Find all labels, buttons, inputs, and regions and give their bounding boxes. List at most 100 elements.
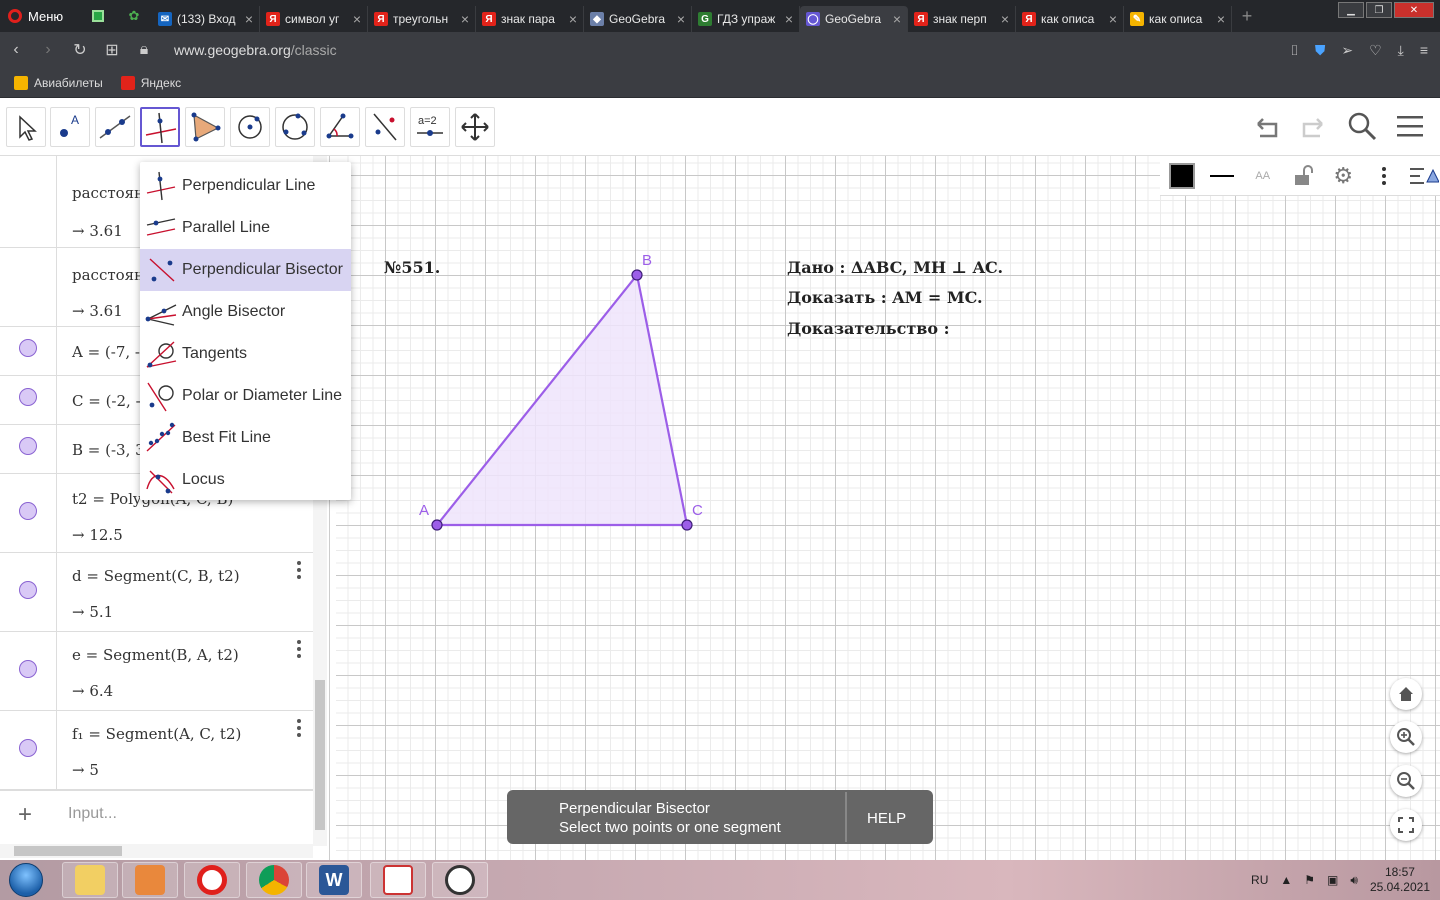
algebra-row-marker[interactable]	[0, 248, 57, 326]
angle-tool[interactable]	[320, 107, 360, 147]
algebra-definition[interactable]: d = Segment(C, B, t2)	[72, 567, 240, 585]
home-button[interactable]	[1390, 678, 1422, 710]
row-options-icon[interactable]	[297, 640, 301, 661]
visibility-toggle[interactable]	[19, 739, 37, 757]
plus-icon[interactable]: +	[18, 801, 32, 829]
browser-tab[interactable]: Ясимвол уг ×	[260, 6, 368, 32]
fullscreen-button[interactable]	[1390, 809, 1422, 841]
download-icon[interactable]: ⤓	[1398, 42, 1404, 59]
algebra-definition[interactable]: B = (-3, 3)	[72, 441, 151, 459]
taskbar-media-player[interactable]	[122, 862, 178, 898]
algebra-definition[interactable]: e = Segment(B, A, t2)	[72, 646, 239, 664]
scrollbar-thumb[interactable]	[315, 680, 325, 830]
algebra-horizontal-scrollbar[interactable]	[0, 844, 313, 858]
algebra-row-marker[interactable]	[0, 711, 57, 789]
url-field[interactable]: www.geogebra.org/classic	[174, 42, 337, 58]
browser-tab[interactable]: Язнак пара ×	[476, 6, 584, 32]
reload-icon[interactable]: ↻	[64, 40, 96, 60]
row-options-icon[interactable]	[297, 719, 301, 740]
row-options-icon[interactable]	[297, 561, 301, 582]
back-icon[interactable]: ‹	[0, 41, 32, 59]
browser-tab[interactable]: G ГДЗ упраж ×	[692, 6, 800, 32]
speed-dial-icon[interactable]: ⊞	[96, 40, 128, 60]
visibility-toggle[interactable]	[19, 388, 37, 406]
text-style-button[interactable]: AA	[1247, 159, 1279, 193]
polygon-tool[interactable]	[185, 107, 225, 147]
submenu-item[interactable]: Perpendicular Bisector	[140, 249, 351, 291]
hamburger-menu-icon[interactable]	[1394, 110, 1426, 142]
pinned-tab-green[interactable]	[80, 0, 116, 32]
algebra-row[interactable]: e = Segment(B, A, t2) → 6.4	[0, 632, 313, 711]
zoom-out-button[interactable]	[1390, 765, 1422, 797]
help-button[interactable]: HELP	[867, 810, 906, 827]
start-button[interactable]	[4, 861, 48, 899]
language-indicator[interactable]: RU	[1251, 873, 1268, 887]
browser-tab[interactable]: ◆ GeoGebra ×	[584, 6, 692, 32]
shield-icon[interactable]: ⛊	[1315, 42, 1326, 59]
minimize-button[interactable]: ▁	[1338, 2, 1364, 18]
tray-expand-icon[interactable]: ▲	[1280, 873, 1292, 887]
circle-center-point-tool[interactable]	[230, 107, 270, 147]
bookmark-item[interactable]: Авиабилеты	[14, 75, 103, 90]
tab-close-icon[interactable]: ×	[1217, 11, 1225, 27]
taskbar-explorer[interactable]	[62, 862, 118, 898]
taskbar-geogebra[interactable]	[432, 862, 488, 898]
line-style-button[interactable]	[1206, 159, 1238, 193]
algebra-row-marker[interactable]	[0, 327, 57, 375]
submenu-item[interactable]: Polar or Diameter Line	[140, 375, 351, 417]
algebra-row-marker[interactable]	[0, 474, 57, 552]
move-graphics-tool[interactable]	[455, 107, 495, 147]
heart-icon[interactable]: ♡	[1369, 42, 1382, 59]
algebra-input-row[interactable]: + Input...	[0, 790, 313, 838]
algebra-definition[interactable]: f₁ = Segment(A, C, t2)	[72, 725, 241, 743]
visibility-toggle[interactable]	[19, 339, 37, 357]
tab-close-icon[interactable]: ×	[785, 11, 793, 27]
submenu-item[interactable]: Locus	[140, 459, 351, 501]
close-window-button[interactable]: ✕	[1394, 2, 1434, 18]
tab-close-icon[interactable]: ×	[353, 11, 361, 27]
perpendicular-line-tool[interactable]	[140, 107, 180, 147]
flag-icon[interactable]: ⚑	[1304, 873, 1315, 887]
circle-three-points-tool[interactable]	[275, 107, 315, 147]
algebra-row[interactable]: f₁ = Segment(A, C, t2) → 5	[0, 711, 313, 790]
taskbar-opera[interactable]	[184, 862, 240, 898]
redo-icon[interactable]	[1298, 110, 1330, 142]
taskbar-word[interactable]: W	[306, 862, 362, 898]
point-c[interactable]	[681, 519, 693, 531]
search-icon[interactable]	[1346, 110, 1378, 142]
pinned-tab-apps[interactable]: ✿	[116, 0, 152, 32]
visibility-toggle[interactable]	[19, 437, 37, 455]
tab-close-icon[interactable]: ×	[569, 11, 577, 27]
opera-menu-button[interactable]: Меню	[0, 0, 80, 32]
visibility-toggle[interactable]	[19, 581, 37, 599]
algebra-row-marker[interactable]	[0, 376, 57, 424]
algebra-row-marker[interactable]	[0, 553, 57, 631]
browser-tab[interactable]: ✉ (133) Вход ×	[152, 6, 260, 32]
submenu-item[interactable]: Tangents	[140, 333, 351, 375]
restore-button[interactable]: ❐	[1366, 2, 1392, 18]
browser-tab[interactable]: Ятреугольн ×	[368, 6, 476, 32]
visibility-toggle[interactable]	[19, 502, 37, 520]
slider-tool[interactable]: a=2	[410, 107, 450, 147]
browser-tab[interactable]: Язнак перп ×	[908, 6, 1016, 32]
visibility-toggle[interactable]	[19, 660, 37, 678]
view-menu-button[interactable]	[1408, 159, 1440, 193]
tab-close-icon[interactable]: ×	[1109, 11, 1117, 27]
tab-close-icon[interactable]: ×	[461, 11, 469, 27]
submenu-item[interactable]: Best Fit Line	[140, 417, 351, 459]
bookmark-item[interactable]: Яндекс	[120, 75, 181, 90]
taskbar-chrome[interactable]	[246, 862, 302, 898]
color-button[interactable]	[1166, 159, 1198, 193]
algebra-row-marker[interactable]	[0, 425, 57, 473]
algebra-row[interactable]: d = Segment(C, B, t2) → 5.1	[0, 553, 313, 632]
triangle-polygon[interactable]	[434, 272, 689, 527]
point-a[interactable]	[431, 519, 443, 531]
tab-close-icon[interactable]: ×	[245, 11, 253, 27]
submenu-item[interactable]: Perpendicular Line	[140, 165, 351, 207]
browser-tab[interactable]: Якак описа ×	[1016, 6, 1124, 32]
algebra-row-marker[interactable]	[0, 156, 57, 247]
send-icon[interactable]: ➢	[1341, 42, 1353, 59]
undo-icon[interactable]	[1250, 110, 1282, 142]
browser-tab[interactable]: ✎ как описа ×	[1124, 6, 1232, 32]
lock-button[interactable]	[1287, 159, 1319, 193]
